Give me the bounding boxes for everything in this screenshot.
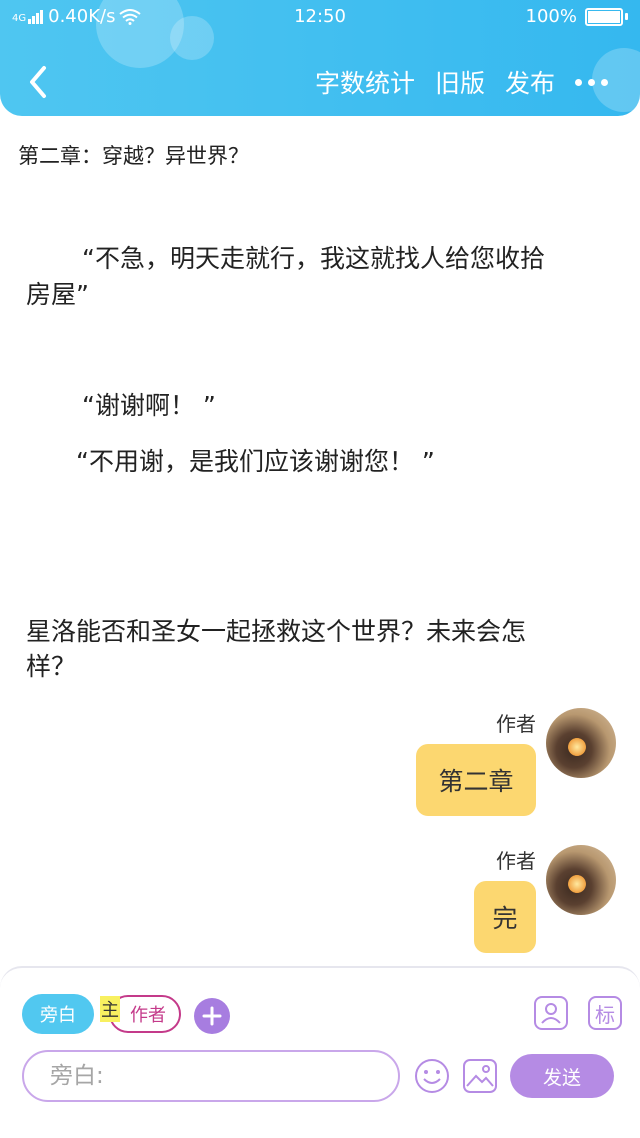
message-author: 作者 [496, 849, 536, 873]
role-main-chip[interactable]: 主 [100, 996, 120, 1022]
story-paragraph: “谢谢啊！ ” [82, 391, 216, 420]
word-count-button[interactable]: 字数统计 [315, 64, 415, 100]
send-button[interactable]: 发送 [510, 1054, 614, 1098]
message-input[interactable] [48, 1052, 382, 1100]
story-paragraph: 星洛能否和圣女一起拯救这个世界？未来会怎 [26, 617, 527, 646]
message-author: 作者 [496, 712, 536, 736]
author-avatar[interactable] [546, 708, 616, 778]
add-role-button[interactable] [194, 998, 230, 1034]
more-icon[interactable] [575, 78, 608, 86]
character-icon[interactable] [534, 996, 568, 1030]
story-paragraph: “不急，明天走就行，我这就找人给您收拾 [82, 244, 545, 273]
emoji-icon[interactable] [414, 1058, 450, 1094]
message-bubble[interactable]: 第二章 [416, 744, 536, 816]
image-icon[interactable] [462, 1058, 498, 1094]
top-header: 4G 0.40K/s 12:50 100% 字数统计 旧版 发布 [0, 0, 640, 116]
author-avatar[interactable] [546, 845, 616, 915]
nav-bar: 字数统计 旧版 发布 [0, 62, 640, 106]
role-narration-chip[interactable]: 旁白 [22, 994, 94, 1034]
role-author-label: 作者 [130, 1005, 166, 1026]
story-paragraph: 样？ [26, 652, 77, 681]
nav-actions: 字数统计 旧版 发布 [315, 64, 640, 100]
battery-tip [625, 13, 628, 20]
message-bubble[interactable]: 完 [474, 881, 536, 953]
status-right: 100% [526, 6, 628, 27]
chapter-title: 第二章：穿越？异世界？ [18, 144, 249, 168]
battery-icon [585, 7, 623, 26]
back-arrow-icon[interactable] [24, 64, 54, 100]
battery-percent: 100% [525, 6, 577, 27]
status-bar: 4G 0.40K/s 12:50 100% [0, 4, 640, 32]
story-paragraph: “不用谢，是我们应该谢谢您！ ” [76, 447, 435, 476]
narration-input-box[interactable] [22, 1050, 400, 1102]
publish-button[interactable]: 发布 [505, 64, 555, 100]
old-version-button[interactable]: 旧版 [435, 64, 485, 100]
plus-icon [202, 1006, 222, 1026]
story-paragraph: 房屋” [26, 280, 89, 309]
tag-button[interactable]: 标 [588, 996, 622, 1030]
